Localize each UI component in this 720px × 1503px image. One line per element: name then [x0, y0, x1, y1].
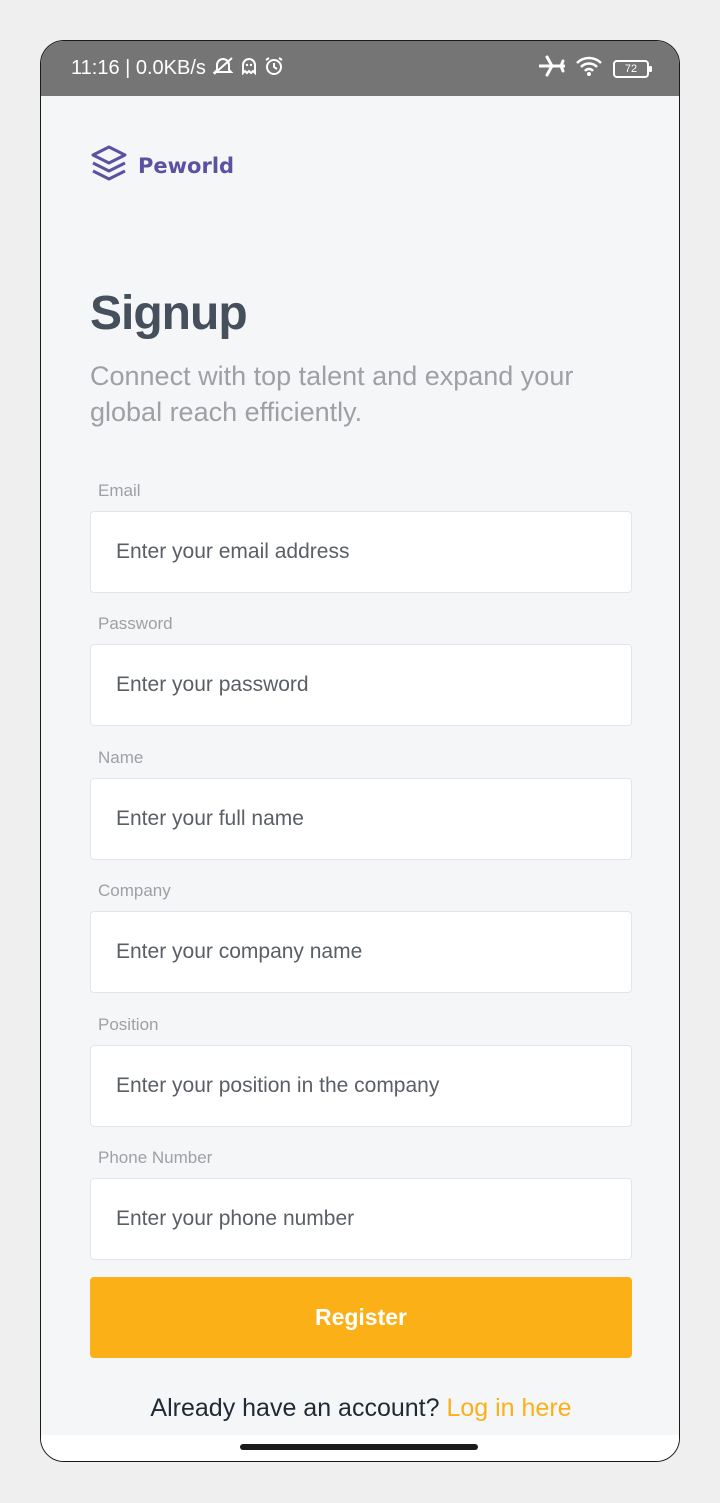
email-field: Email — [90, 481, 632, 593]
wifi-icon — [575, 55, 603, 83]
phone-label: Phone Number — [98, 1148, 213, 1167]
phone-screen: 11:16 | 0.0KB/s 72 Peworld Signup Connec… — [40, 40, 680, 1462]
name-field: Name — [90, 748, 632, 860]
battery-icon: 72 — [613, 59, 652, 78]
status-left: 11:16 | 0.0KB/s — [71, 56, 284, 82]
status-bar: 11:16 | 0.0KB/s 72 — [41, 41, 679, 96]
company-field: Company — [90, 881, 632, 993]
layers-icon — [90, 144, 128, 187]
login-link[interactable]: Log in here — [446, 1394, 571, 1422]
status-right: 72 — [538, 55, 652, 83]
email-input[interactable] — [90, 511, 632, 593]
mute-icon — [212, 56, 234, 82]
company-input[interactable] — [90, 911, 632, 993]
page-title: Signup — [90, 287, 248, 340]
register-button[interactable]: Register — [90, 1277, 632, 1358]
email-label: Email — [98, 481, 141, 500]
phone-input[interactable] — [90, 1178, 632, 1260]
login-prompt: Already have an account? Log in here — [90, 1394, 632, 1423]
company-label: Company — [98, 881, 171, 900]
alarm-icon — [264, 56, 284, 82]
password-label: Password — [98, 614, 173, 633]
password-field: Password — [90, 614, 632, 726]
status-time-speed: 11:16 | 0.0KB/s — [71, 57, 206, 79]
name-input[interactable] — [90, 778, 632, 860]
battery-level: 72 — [624, 62, 638, 75]
name-label: Name — [98, 748, 144, 767]
page-subtitle: Connect with top talent and expand your … — [90, 361, 574, 427]
phone-field: Phone Number — [90, 1148, 632, 1260]
position-input[interactable] — [90, 1045, 632, 1127]
brand-logo: Peworld — [90, 144, 234, 187]
home-indicator[interactable] — [240, 1444, 478, 1450]
position-label: Position — [98, 1015, 159, 1034]
brand-name: Peworld — [138, 153, 235, 178]
position-field: Position — [90, 1015, 632, 1127]
ghost-icon — [240, 57, 258, 81]
password-input[interactable] — [90, 644, 632, 726]
airplane-icon — [538, 55, 566, 83]
login-prompt-text: Already have an account? — [150, 1394, 440, 1422]
